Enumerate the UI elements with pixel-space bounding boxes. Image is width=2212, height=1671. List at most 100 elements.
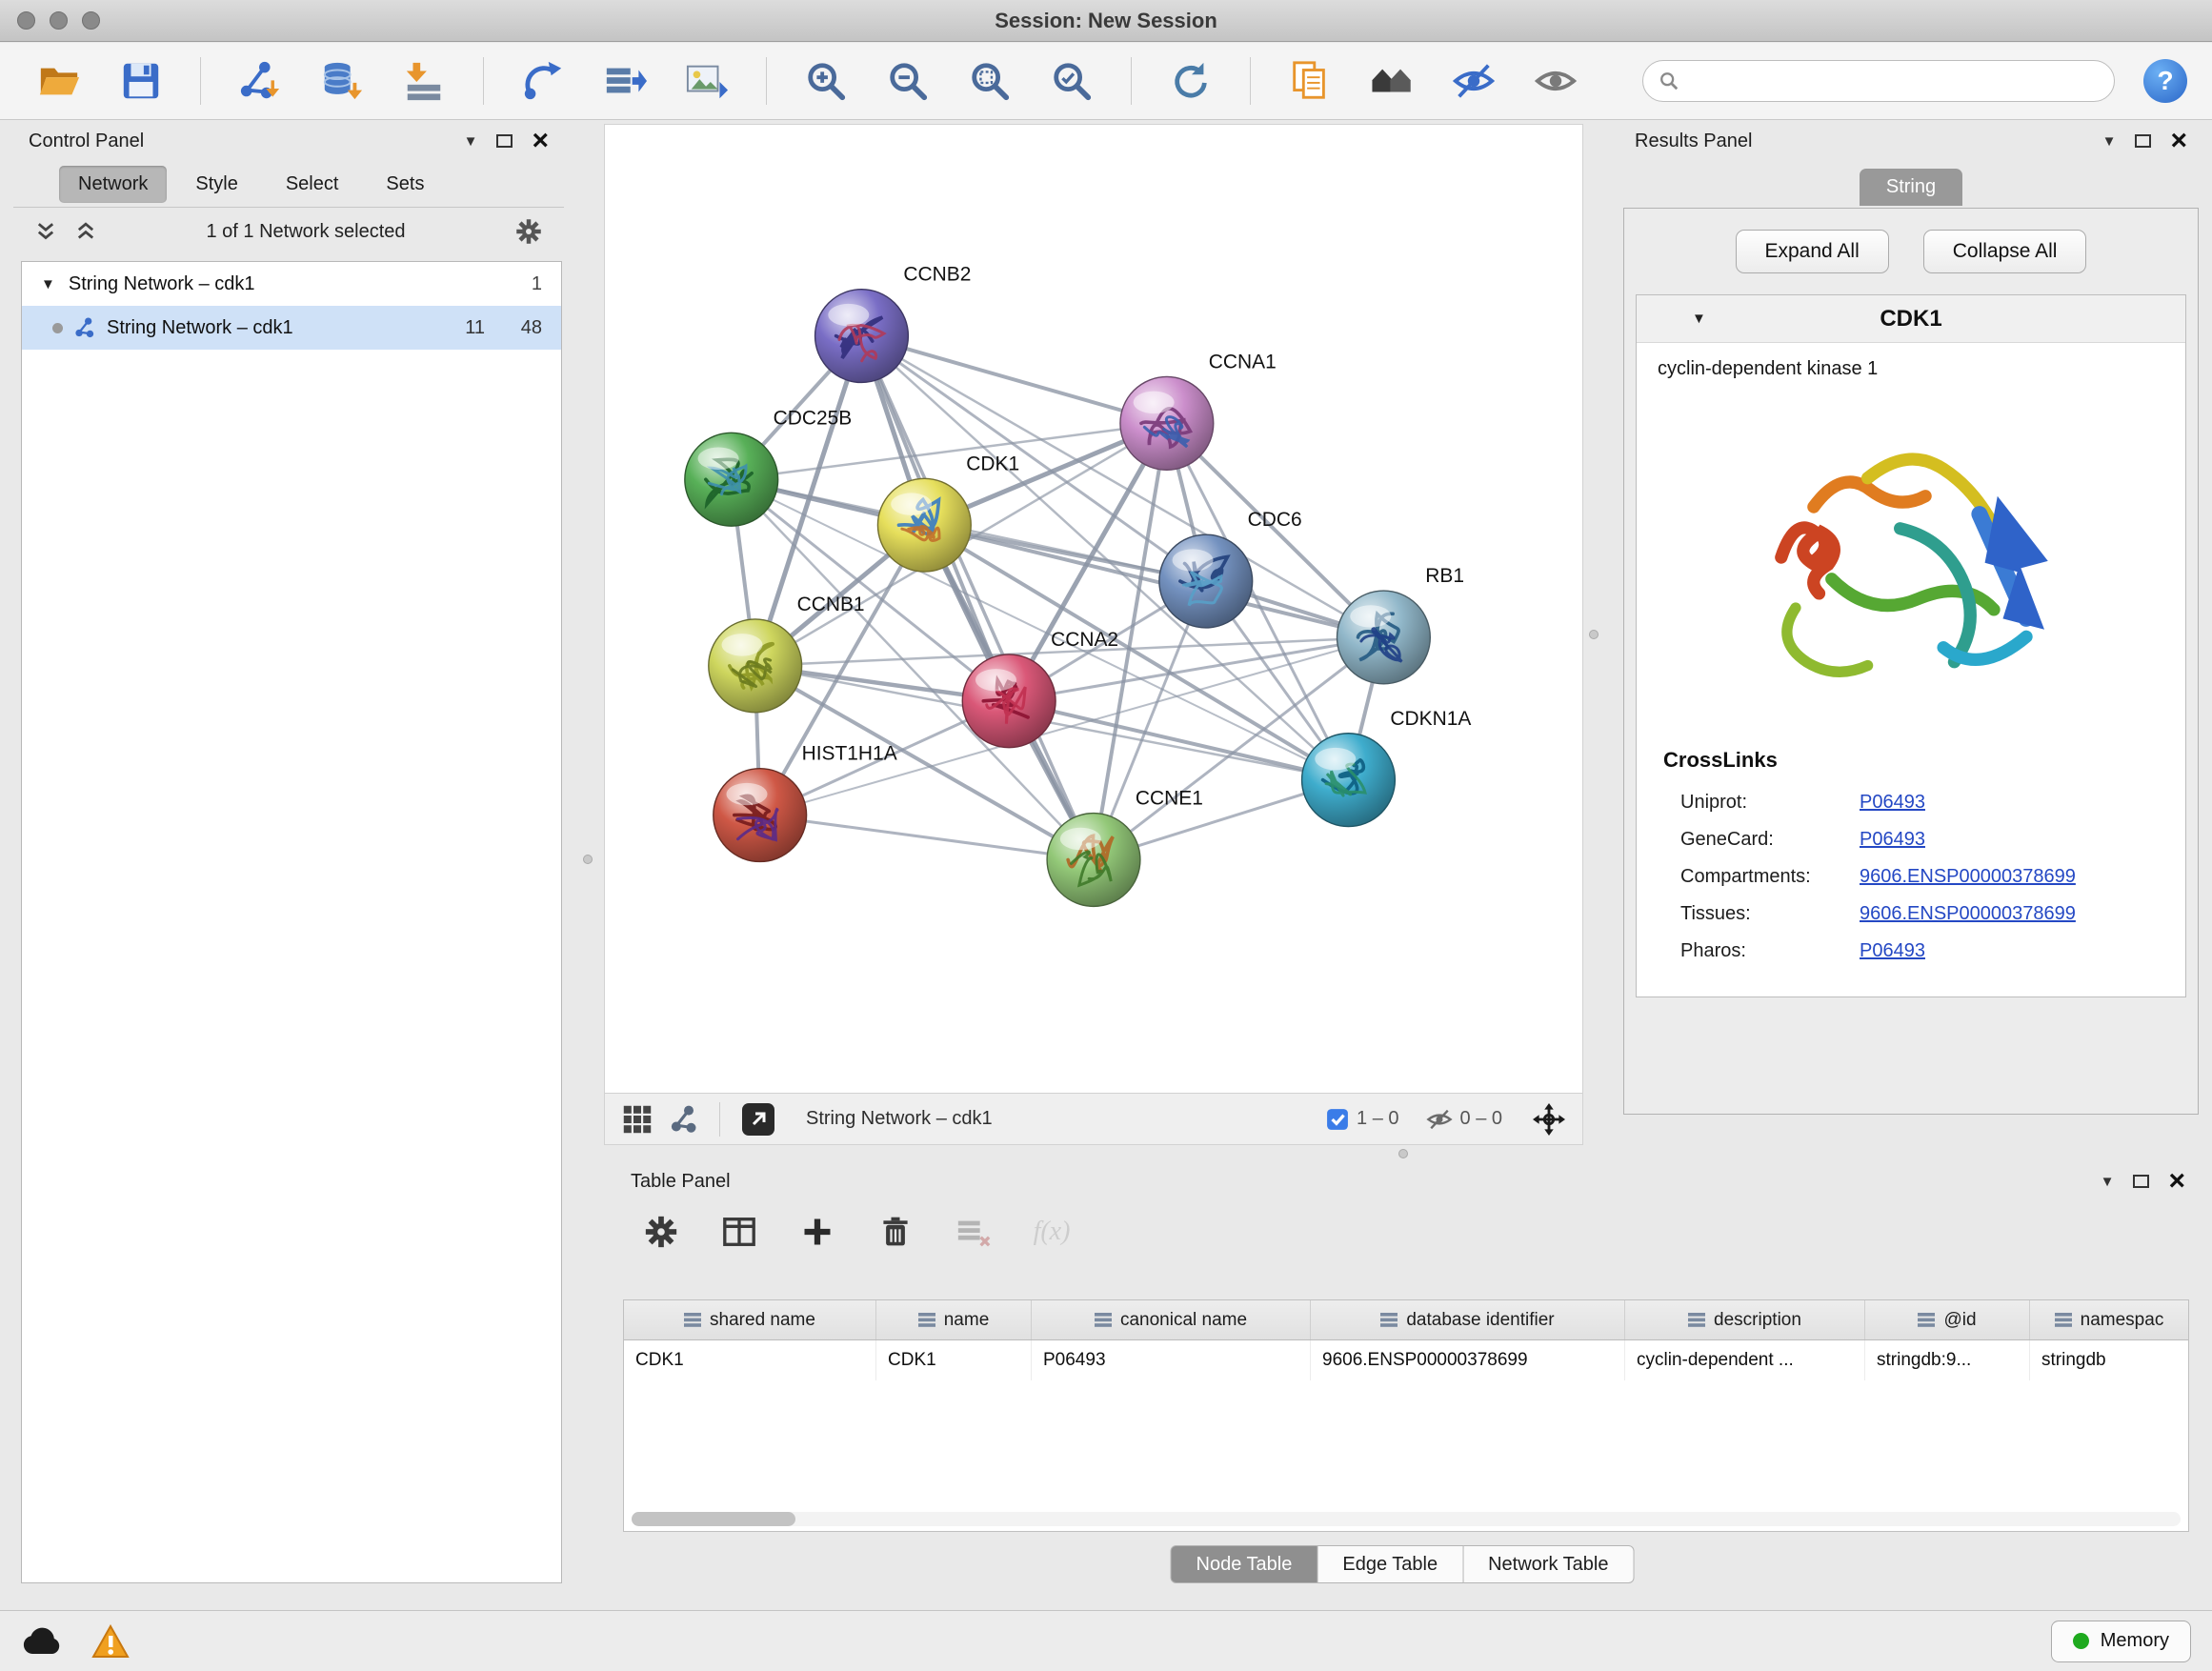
pan-crosshair-icon[interactable] — [1533, 1103, 1565, 1136]
table-settings-button[interactable] — [642, 1213, 680, 1251]
network-edge[interactable] — [1009, 701, 1348, 780]
close-panel-icon[interactable]: × — [2170, 131, 2187, 151]
float-panel-icon[interactable] — [2133, 1175, 2149, 1188]
tab-sets[interactable]: Sets — [367, 166, 443, 203]
network-row-selected[interactable]: String Network – cdk1 11 48 — [22, 306, 561, 350]
chevrons-up-icon[interactable] — [74, 220, 97, 243]
import-table-button[interactable] — [397, 54, 451, 108]
compartments-link[interactable]: 9606.ENSP00000378699 — [1860, 866, 2076, 888]
table-cell[interactable]: 9606.ENSP00000378699 — [1311, 1340, 1625, 1380]
network-edge[interactable] — [924, 525, 1383, 637]
hide-selected-button[interactable] — [1447, 54, 1500, 108]
expand-all-button[interactable]: Expand All — [1736, 230, 1889, 273]
warning-icon[interactable] — [91, 1624, 130, 1659]
network-view-canvas[interactable]: CCNB2CCNA1CDC25BCDK1CDC6RB1CCNB1CCNA2CDK… — [604, 124, 1583, 1094]
scrollbar-thumb[interactable] — [632, 1512, 795, 1526]
network-node-ccnb1[interactable]: CCNB1 — [709, 594, 865, 713]
uniprot-link[interactable]: P06493 — [1860, 792, 1925, 814]
show-all-button[interactable] — [1529, 54, 1582, 108]
delete-table-button[interactable] — [955, 1213, 993, 1251]
table-cell[interactable]: stringdb:9... — [1865, 1340, 2030, 1380]
table-cell[interactable]: cyclin-dependent ... — [1625, 1340, 1865, 1380]
tab-style[interactable]: Style — [176, 166, 256, 203]
gear-icon[interactable] — [514, 217, 543, 246]
tab-network[interactable]: Network — [59, 166, 167, 203]
export-table-button[interactable] — [598, 54, 652, 108]
collapse-panel-icon[interactable]: ▼ — [2102, 133, 2117, 150]
tab-node-table[interactable]: Node Table — [1171, 1545, 1318, 1583]
tissues-link[interactable]: 9606.ENSP00000378699 — [1860, 903, 2076, 925]
collapse-gene-icon[interactable]: ▼ — [1692, 311, 1706, 327]
new-network-from-selection-button[interactable] — [516, 54, 570, 108]
zoom-selected-button[interactable] — [1045, 54, 1098, 108]
selected-checkbox-icon[interactable] — [1326, 1108, 1349, 1131]
home-button[interactable] — [1365, 54, 1418, 108]
zoom-in-button[interactable] — [799, 54, 853, 108]
table-cell[interactable]: P06493 — [1032, 1340, 1311, 1380]
pharos-link[interactable]: P06493 — [1860, 940, 1925, 962]
export-view-icon[interactable] — [741, 1102, 775, 1137]
maximize-window-button[interactable] — [82, 11, 100, 30]
network-edge[interactable] — [760, 815, 1094, 860]
collapse-panel-icon[interactable]: ▼ — [464, 133, 478, 150]
horizontal-scrollbar[interactable] — [632, 1512, 2181, 1526]
genecard-link[interactable]: P06493 — [1860, 829, 1925, 851]
open-session-button[interactable] — [32, 54, 86, 108]
table-cell[interactable]: stringdb — [2030, 1340, 2188, 1380]
search-field[interactable] — [1689, 70, 2099, 92]
export-image-button[interactable] — [680, 54, 734, 108]
tree-expand-icon[interactable]: ▼ — [41, 276, 55, 292]
window-controls[interactable] — [17, 11, 100, 30]
collapse-panel-icon[interactable]: ▼ — [2101, 1174, 2115, 1190]
birdseye-grid-icon[interactable] — [622, 1104, 653, 1135]
memory-button[interactable]: Memory — [2051, 1621, 2191, 1662]
network-node-ccna1[interactable]: CCNA1 — [1120, 351, 1277, 470]
close-window-button[interactable] — [17, 11, 35, 30]
close-panel-icon[interactable]: × — [2168, 1172, 2185, 1191]
network-node-cdc6[interactable]: CDC6 — [1159, 509, 1302, 628]
function-builder-button[interactable]: f(x) — [1033, 1213, 1071, 1251]
column-header[interactable]: namespac — [2030, 1300, 2188, 1339]
import-network-file-button[interactable] — [233, 54, 287, 108]
copy-button[interactable] — [1283, 54, 1337, 108]
cloud-icon[interactable] — [21, 1625, 63, 1658]
collapse-all-button[interactable]: Collapse All — [1923, 230, 2087, 273]
string-network-graph[interactable]: CCNB2CCNA1CDC25BCDK1CDC6RB1CCNB1CCNA2CDK… — [605, 125, 1582, 1093]
tab-select[interactable]: Select — [267, 166, 358, 203]
help-button[interactable]: ? — [2143, 59, 2187, 103]
column-header[interactable]: name — [876, 1300, 1032, 1339]
minimize-window-button[interactable] — [50, 11, 68, 30]
tab-edge-table[interactable]: Edge Table — [1317, 1545, 1463, 1583]
import-network-database-button[interactable] — [315, 54, 369, 108]
column-header[interactable]: canonical name — [1032, 1300, 1311, 1339]
show-columns-button[interactable] — [720, 1213, 758, 1251]
network-node-ccnb2[interactable]: CCNB2 — [815, 264, 972, 383]
network-node-hist1h1a[interactable]: HIST1H1A — [714, 743, 897, 862]
network-node-cdkn1a[interactable]: CDKN1A — [1302, 708, 1472, 827]
search-input[interactable] — [1642, 60, 2115, 102]
save-session-button[interactable] — [114, 54, 168, 108]
add-column-button[interactable] — [798, 1213, 836, 1251]
hidden-eye-slash-icon[interactable] — [1426, 1106, 1453, 1133]
network-node-rb1[interactable]: RB1 — [1337, 565, 1464, 684]
fit-content-button[interactable] — [963, 54, 1016, 108]
table-row[interactable]: CDK1 CDK1 P06493 9606.ENSP00000378699 cy… — [624, 1340, 2188, 1380]
float-panel-icon[interactable] — [2135, 134, 2151, 148]
network-node-cdk1[interactable]: CDK1 — [877, 453, 1019, 572]
tab-network-table[interactable]: Network Table — [1463, 1545, 1634, 1583]
table-cell[interactable]: CDK1 — [876, 1340, 1032, 1380]
column-header[interactable]: @id — [1865, 1300, 2030, 1339]
tab-string[interactable]: String — [1860, 169, 1962, 206]
chevrons-down-icon[interactable] — [34, 220, 57, 243]
column-header[interactable]: shared name — [624, 1300, 876, 1339]
network-edge[interactable] — [861, 336, 1094, 860]
share-network-icon[interactable] — [670, 1105, 698, 1134]
table-cell[interactable]: CDK1 — [624, 1340, 876, 1380]
column-header[interactable]: database identifier — [1311, 1300, 1625, 1339]
left-splitter-handle[interactable] — [583, 855, 593, 864]
right-splitter-handle[interactable] — [1589, 630, 1599, 639]
zoom-out-button[interactable] — [881, 54, 935, 108]
delete-column-button[interactable] — [876, 1213, 915, 1251]
float-panel-icon[interactable] — [496, 134, 513, 148]
network-collection-row[interactable]: ▼ String Network – cdk1 1 — [22, 262, 561, 306]
